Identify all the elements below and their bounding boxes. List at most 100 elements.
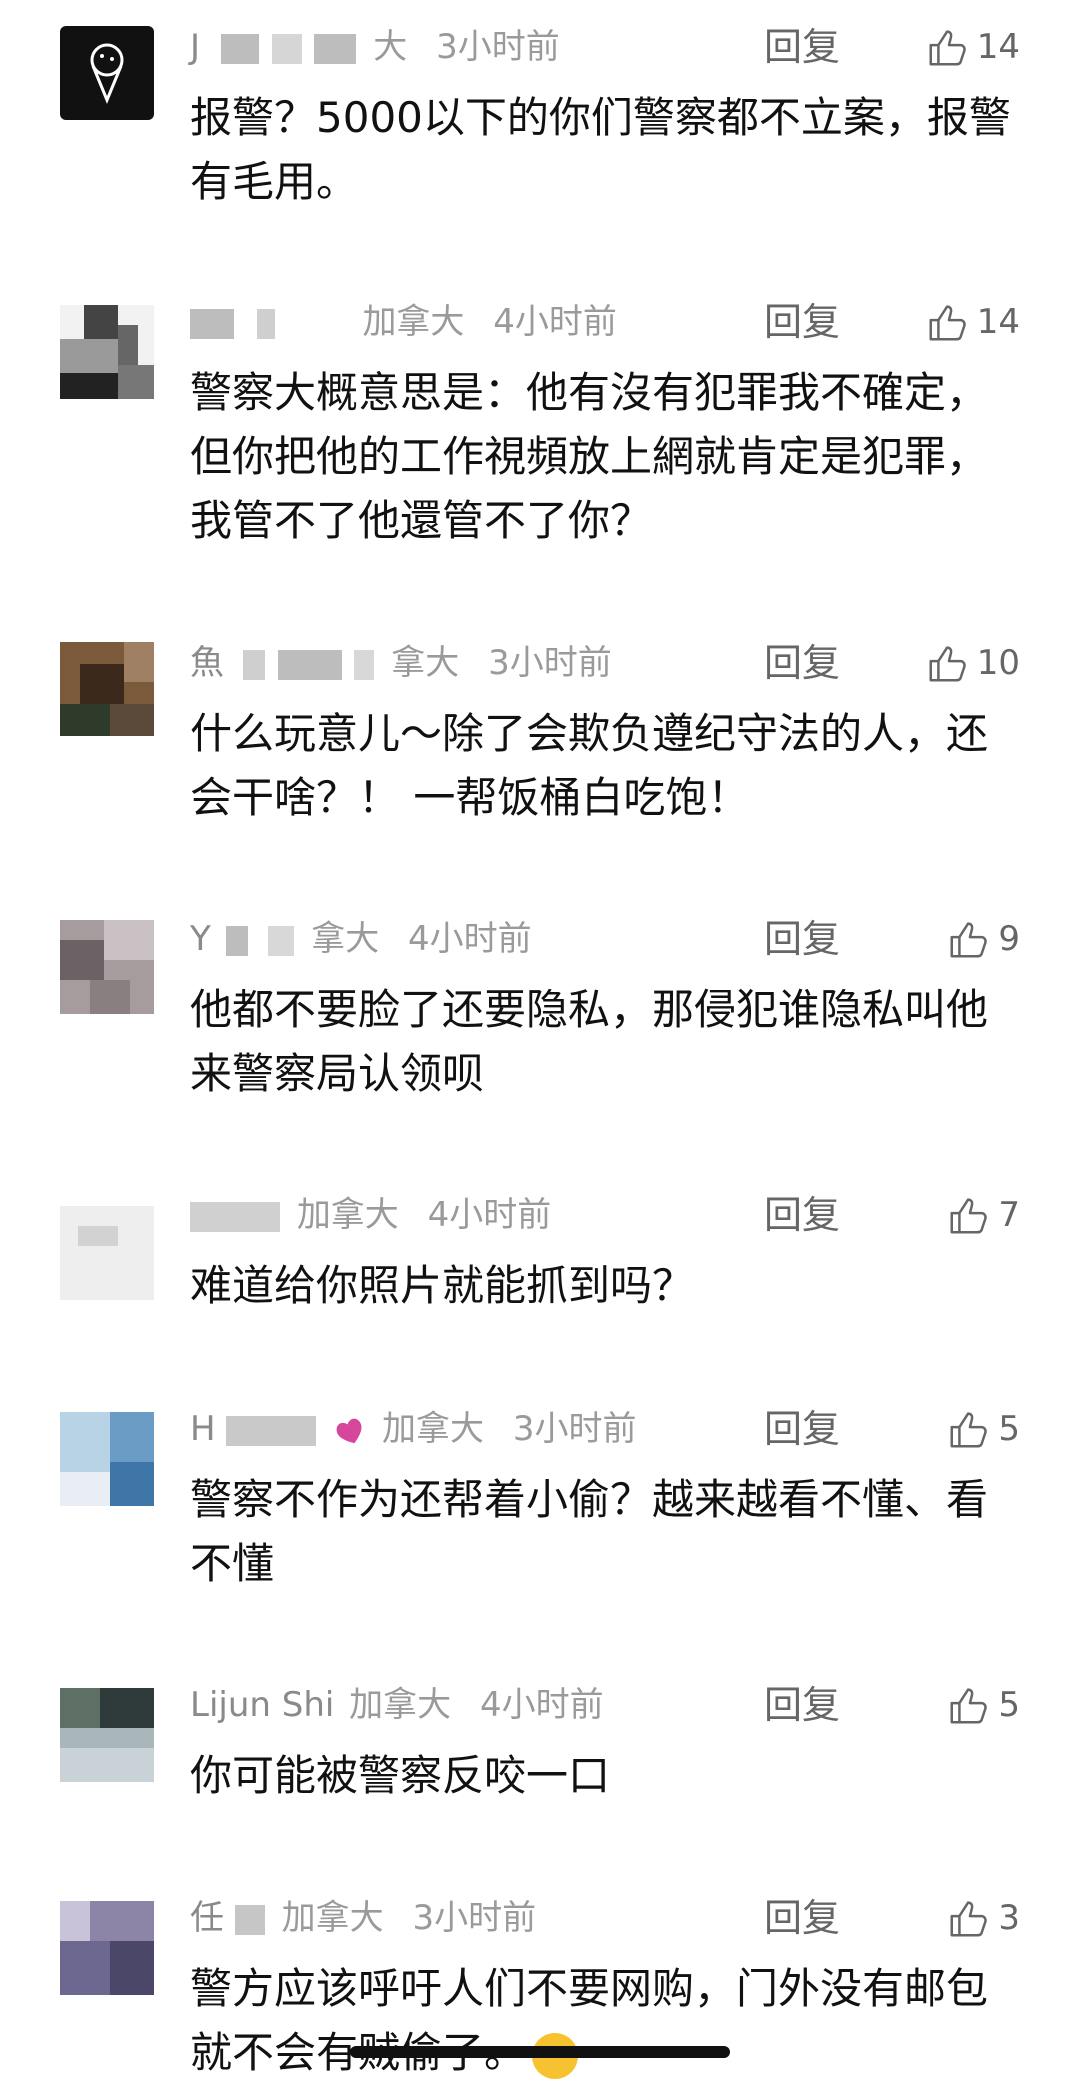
like-button[interactable]: 5: [946, 1404, 1020, 1454]
ice-cream-icon: [90, 43, 124, 104]
reply-button[interactable]: 回复: [764, 914, 840, 964]
blurred-username: [225, 925, 248, 956]
avatar-pixel: [118, 325, 138, 365]
username[interactable]: Lijun Shi: [190, 1685, 334, 1725]
comment-text: 难道给你照片就能抓到吗？: [190, 1261, 695, 1310]
reply-button[interactable]: 回复: [764, 297, 840, 347]
location: 大: [373, 27, 408, 67]
reply-button[interactable]: 回复: [764, 638, 840, 688]
avatar-pixel: [60, 1688, 100, 1728]
location: 拿大: [311, 919, 380, 959]
reply-button[interactable]: 回复: [764, 22, 840, 72]
avatar-pixel: [124, 642, 154, 682]
blurred-username: [234, 1904, 265, 1935]
blurred-username: [271, 33, 302, 64]
like-button[interactable]: 7: [946, 1190, 1020, 1240]
like-button[interactable]: 5: [946, 1680, 1020, 1730]
like-count: 5: [998, 1409, 1020, 1449]
avatar-pixel: [110, 1462, 154, 1506]
like-button[interactable]: 3: [946, 1893, 1020, 1943]
timestamp: 4小时前: [427, 1195, 552, 1235]
comment-text: 警方应该呼吁人们不要网购，门外没有邮包就不会有贼偷了。: [190, 1957, 1020, 2085]
reply-button[interactable]: 回复: [764, 1893, 840, 1943]
avatar-pixel: [118, 365, 154, 399]
avatar[interactable]: [60, 1412, 154, 1506]
username[interactable]: Y: [190, 919, 211, 959]
avatar-pixel: [110, 1412, 154, 1462]
comment-text-content: 警方应该呼吁人们不要网购，门外没有邮包就不会有贼偷了。: [190, 1964, 989, 2077]
like-button[interactable]: 14: [925, 297, 1020, 347]
avatar-pixel: [90, 1901, 154, 1941]
like-count: 10: [976, 643, 1020, 683]
username[interactable]: J: [190, 27, 200, 67]
avatar[interactable]: [60, 1206, 154, 1300]
username[interactable]: 魚: [190, 643, 224, 683]
comment-text: 警察不作为还帮着小偷？越来越看不懂、看不懂: [190, 1475, 989, 1588]
timestamp: 4小时前: [479, 1685, 604, 1725]
blurred-username: [220, 33, 259, 64]
like-count: 9: [998, 919, 1020, 959]
avatar-pixel: [60, 704, 110, 736]
avatar[interactable]: [60, 642, 154, 736]
home-indicator[interactable]: [350, 2046, 730, 2058]
heart-emoji-icon: [336, 1418, 362, 1443]
avatar-pixel: [60, 1941, 110, 1995]
blurred-username: [190, 308, 234, 339]
avatar-pixel: [100, 1688, 154, 1728]
comment-meta: 加拿大 4小时前: [190, 297, 617, 347]
comment-text: 他都不要脸了还要隐私，那侵犯谁隐私叫他来警察局认领呗: [190, 985, 989, 1098]
comment-meta: 魚 拿大 3小时前: [190, 638, 612, 688]
thumbs-up-icon: [929, 305, 966, 341]
like-count: 7: [998, 1195, 1020, 1235]
location: 加拿大: [349, 1685, 452, 1725]
location: 加拿大: [382, 1409, 485, 1449]
location: 加拿大: [281, 1898, 384, 1938]
thumbs-up-icon: [950, 1688, 988, 1724]
timestamp: 3小时前: [436, 27, 560, 67]
avatar-pixel: [90, 980, 130, 1014]
timestamp: 3小时前: [488, 643, 612, 683]
thumbs-up-icon: [929, 646, 966, 682]
reply-button[interactable]: 回复: [764, 1680, 840, 1730]
reply-button[interactable]: 回复: [764, 1190, 840, 1240]
avatar[interactable]: [60, 26, 154, 120]
avatar-pixel: [84, 305, 118, 339]
location: 加拿大: [296, 1195, 399, 1235]
blurred-username: [226, 1415, 317, 1446]
avatar-pixel: [60, 940, 104, 980]
timestamp: 3小时前: [512, 1409, 637, 1449]
like-button[interactable]: 14: [925, 22, 1020, 72]
avatar[interactable]: [60, 1901, 154, 1995]
avatar[interactable]: [60, 920, 154, 1014]
blurred-username: [190, 1201, 280, 1232]
blurred-username: [268, 925, 295, 956]
avatar-pixel: [60, 1472, 110, 1506]
blurred-username: [277, 649, 342, 680]
like-button[interactable]: 10: [925, 638, 1020, 688]
avatar-pixel: [78, 1226, 118, 1246]
thumbs-up-icon: [950, 1412, 988, 1448]
timestamp: 3小时前: [412, 1898, 537, 1938]
avatar[interactable]: [60, 305, 154, 399]
reply-button[interactable]: 回复: [764, 1404, 840, 1454]
avatar-pixel: [110, 1941, 154, 1995]
avatar[interactable]: [60, 1688, 154, 1782]
comment-meta: J 大 3小时前: [190, 22, 560, 72]
location: 加拿大: [362, 302, 465, 342]
like-count: 5: [998, 1685, 1020, 1725]
comment-text: 警察大概意思是：他有沒有犯罪我不確定，但你把他的工作視頻放上網就肯定是犯罪，我管…: [190, 368, 989, 545]
avatar-pixel: [80, 664, 124, 704]
like-button[interactable]: 9: [946, 914, 1020, 964]
comment-text: 报警？5000以下的你们警察都不立案，报警有毛用。: [190, 93, 1011, 206]
like-count: 14: [976, 302, 1020, 342]
location: 拿大: [391, 643, 460, 683]
username[interactable]: 任: [190, 1898, 224, 1938]
username[interactable]: H: [190, 1409, 216, 1449]
timestamp: 4小时前: [408, 919, 532, 959]
blurred-username: [354, 649, 375, 680]
avatar-pixel: [60, 1748, 154, 1782]
avatar-pixel: [104, 920, 154, 960]
comment-meta: 加拿大 4小时前: [190, 1190, 551, 1240]
thumbs-up-icon: [950, 1901, 988, 1937]
comment-text: 你可能被警察反咬一口: [190, 1751, 611, 1800]
